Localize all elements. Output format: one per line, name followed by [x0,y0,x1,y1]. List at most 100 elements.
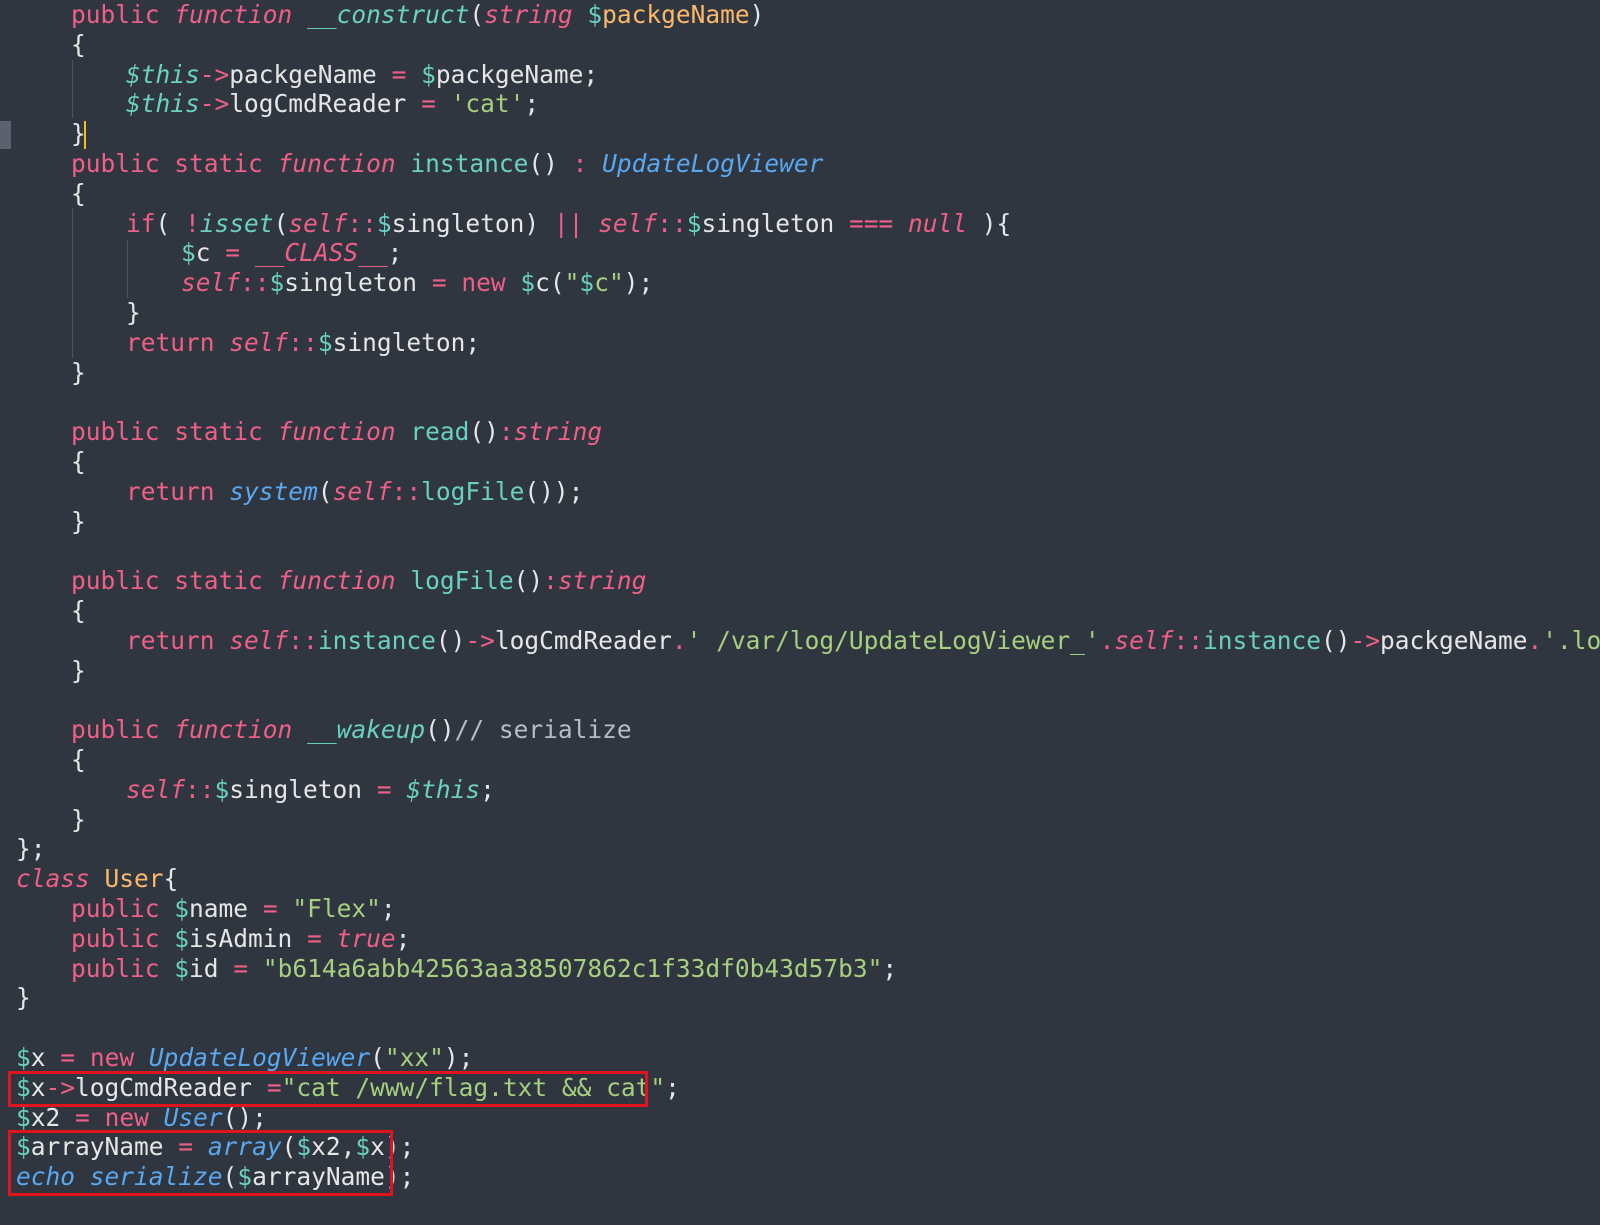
code-line[interactable]: $this->packgeName = $packgeName; [126,60,598,90]
code-token: instance [1202,625,1321,655]
code-token: = [391,59,407,89]
code-token: public [71,566,160,596]
code-token: = [233,953,249,983]
code-token: ; [387,238,403,268]
code-line[interactable]: { [71,596,86,626]
code-token: -> [465,625,495,655]
code-line[interactable]: return system(self::logFile()); [126,477,583,507]
code-token: ; [665,1072,680,1102]
code-line[interactable]: } [71,656,86,686]
code-token: self [229,625,289,655]
code-editor[interactable]: public function __construct(string $pack… [0,0,1600,1225]
code-line[interactable]: } [71,358,86,388]
code-line[interactable]: { [71,745,86,775]
code-token: singleton [701,208,849,238]
code-line[interactable]: } [71,507,86,537]
code-token: () [425,715,455,745]
code-token: ; [380,894,396,923]
code-token: = [262,894,278,923]
code-token: :: [347,208,377,238]
code-token: $ [181,238,196,268]
code-token: string [484,0,573,29]
code-token: singleton [284,268,432,298]
code-line[interactable]: public function __wakeup()// serialize [71,715,632,745]
code-token: } [71,506,86,536]
code-token: $this [126,59,200,89]
code-line[interactable]: public function __construct(string $pack… [71,0,764,30]
code-line[interactable]: } [126,298,141,328]
code-line[interactable]: public static function logFile():string [71,566,646,596]
code-line[interactable]: public $isAdmin = true; [71,924,410,954]
code-token: :: [240,268,270,298]
code-token: = [307,923,322,953]
code-token: $ [587,0,603,29]
code-token: __wakeup [307,715,426,745]
code-token: packgeName [602,0,750,29]
code-token: __construct [307,0,470,29]
code-token: } [16,983,31,1013]
code-line[interactable]: self::$singleton = new $c("$c"); [181,268,653,298]
text-cursor [84,121,86,149]
code-token: true [336,923,396,953]
code-line[interactable]: } [71,805,86,835]
code-token: "xx" [384,1043,444,1072]
code-line[interactable]: { [71,447,86,477]
code-token: { [71,178,86,208]
code-token: :: [391,476,422,506]
code-token: : [572,149,588,178]
code-token: packgeName [1380,625,1528,655]
code-token: function [277,149,396,178]
code-line[interactable]: } [16,983,31,1013]
code-line[interactable]: if( !isset(self::$singleton) || self::$s… [126,209,1011,239]
code-line[interactable]: return self::$singleton; [126,328,480,358]
code-token: = [225,238,241,268]
code-token: '.log' [1542,625,1600,655]
code-token: logCmdReader [229,89,407,119]
code-token: (); [222,1102,267,1132]
code-token: ; [395,923,411,953]
code-line[interactable]: public static function read():string [71,417,602,447]
code-line[interactable]: }; [16,834,46,864]
code-line[interactable]: public static function instance() : Upda… [71,149,823,179]
code-line[interactable]: $x = new UpdateLogViewer("xx"); [16,1043,473,1073]
code-line[interactable]: return self::instance()->logCmdReader.' … [126,626,1600,656]
code-token: static [174,566,263,596]
code-token: = [421,89,436,119]
code-token: function [277,566,396,596]
code-token: new [461,268,506,298]
code-line[interactable]: $c = __CLASS__; [181,238,402,268]
code-token: () [469,417,499,447]
code-token: $ [421,59,436,89]
code-token: singleton) [391,208,554,238]
code-token: $ [269,268,285,298]
code-line[interactable]: class User{ [16,864,178,894]
code-line[interactable]: { [71,179,86,209]
code-line[interactable]: public $name = "Flex"; [71,894,396,924]
code-token: public [71,923,160,953]
code-token: { [71,745,86,774]
code-token: self [288,208,348,238]
code-line[interactable]: $x2 = new User(); [16,1103,267,1133]
code-token: UpdateLogViewer [148,1043,371,1072]
code-token: read [410,417,470,447]
code-token: new [104,1102,149,1132]
code-line[interactable]: $this->logCmdReader = 'cat'; [126,89,539,119]
code-token: $ [16,1102,31,1132]
code-line[interactable]: { [71,30,86,60]
code-line[interactable]: public $id = "b614a6abb42563aa38507862c1… [71,954,897,984]
code-line[interactable]: self::$singleton = $this; [126,775,495,805]
